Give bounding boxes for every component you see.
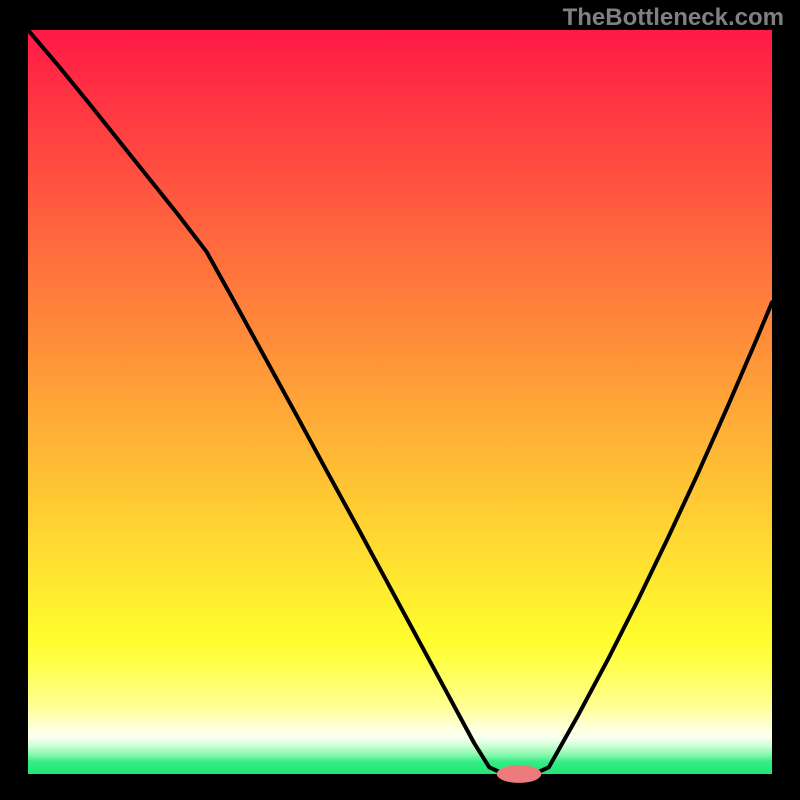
chart-frame: TheBottleneck.com (0, 0, 800, 800)
plot-background (28, 30, 772, 774)
optimum-marker (497, 765, 542, 783)
bottleneck-chart (0, 0, 800, 800)
